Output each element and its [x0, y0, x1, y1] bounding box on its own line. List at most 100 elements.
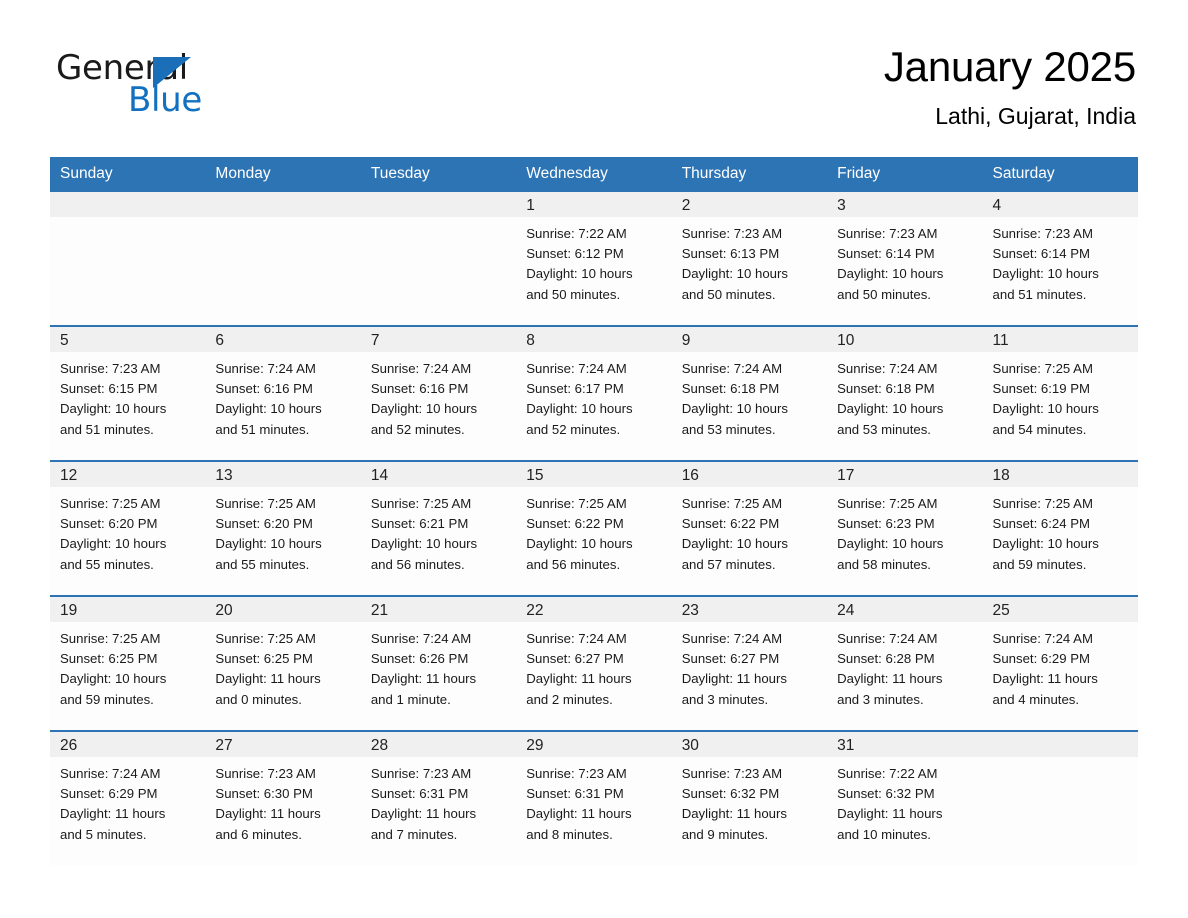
day-detail-sunrise: Sunrise: 7:25 AM	[992, 496, 1093, 511]
calendar-cell[interactable]: 23 Sunrise: 7:24 AM Sunset: 6:27 PM Dayligh…	[671, 595, 828, 731]
day-details: Sunrise: 7:24 AM Sunset: 6:16 PM Daylight:…	[205, 352, 360, 440]
day-detail-sunset: Sunset: 6:32 PM	[837, 786, 935, 802]
day-detail-daylight-line2: and 10 minutes.	[837, 826, 931, 842]
day-cell: 31 Sunrise: 7:22 AM Sunset: 6:32 PM Dayligh…	[827, 732, 983, 865]
day-details	[205, 217, 360, 224]
calendar-week-row: 12 Sunrise: 7:25 AM Sunset: 6:20 PM Dayligh…	[50, 460, 1138, 596]
calendar-cell[interactable]: 26 Sunrise: 7:24 AM Sunset: 6:29 PM Dayligh…	[50, 730, 206, 865]
calendar-cell[interactable]: 13 Sunrise: 7:25 AM Sunset: 6:20 PM Dayligh…	[205, 460, 361, 596]
day-details: Sunrise: 7:24 AM Sunset: 6:26 PM Daylight:…	[361, 622, 516, 710]
day-detail-daylight-line2: and 9 minutes.	[681, 826, 769, 842]
day-cell: 4 Sunrise: 7:23 AM Sunset: 6:14 PM Daylight…	[982, 192, 1138, 325]
calendar-cell[interactable]: 5 Sunrise: 7:23 AM Sunset: 6:15 PM Daylight…	[50, 325, 206, 461]
day-detail-sunset: Sunset: 6:14 PM	[837, 246, 935, 262]
day-number: 22	[516, 597, 672, 622]
day-detail-daylight-line2: and 51 minutes.	[215, 421, 310, 437]
calendar-cell[interactable]: 31 Sunrise: 7:22 AM Sunset: 6:32 PM Dayligh…	[827, 730, 983, 865]
day-detail-sunset: Sunset: 6:14 PM	[992, 246, 1091, 262]
day-detail-sunrise: Sunrise: 7:24 AM	[837, 361, 938, 376]
day-detail-sunset: Sunset: 6:27 PM	[681, 651, 780, 667]
day-cell: 24 Sunrise: 7:24 AM Sunset: 6:28 PM Dayligh…	[827, 597, 983, 730]
day-detail-daylight-line2: and 5 minutes.	[60, 826, 147, 842]
calendar-cell[interactable]: 16 Sunrise: 7:25 AM Sunset: 6:22 PM Dayligh…	[671, 460, 828, 596]
calendar-cell[interactable]: 15 Sunrise: 7:25 AM Sunset: 6:22 PM Dayligh…	[516, 460, 672, 596]
day-detail-daylight-line1: Daylight: 11 hours	[215, 806, 321, 822]
day-detail-daylight-line2: and 8 minutes.	[526, 826, 613, 842]
weekday-header-saturday: Saturday	[982, 157, 1138, 192]
day-detail-sunset: Sunset: 6:25 PM	[60, 651, 158, 667]
day-number: 10	[827, 327, 983, 352]
day-detail-daylight-line1: Daylight: 11 hours	[526, 806, 632, 822]
day-details: Sunrise: 7:24 AM Sunset: 6:18 PM Daylight:…	[827, 352, 982, 440]
calendar-cell[interactable]: 4 Sunrise: 7:23 AM Sunset: 6:14 PM Daylight…	[982, 192, 1138, 326]
day-number: 6	[205, 327, 361, 352]
day-details: Sunrise: 7:25 AM Sunset: 6:20 PM Daylight:…	[205, 487, 360, 575]
day-details: Sunrise: 7:24 AM Sunset: 6:18 PM Daylight:…	[672, 352, 827, 440]
day-cell: 19 Sunrise: 7:25 AM Sunset: 6:25 PM Dayligh…	[50, 597, 206, 730]
weekday-header-friday: Friday	[827, 157, 983, 192]
weekday-header-wednesday: Wednesday	[516, 157, 672, 192]
day-detail-sunrise: Sunrise: 7:23 AM	[60, 361, 161, 376]
day-detail-sunset: Sunset: 6:29 PM	[60, 786, 158, 802]
day-detail-sunrise: Sunrise: 7:25 AM	[526, 496, 627, 511]
day-number: 24	[827, 597, 983, 622]
calendar-cell[interactable]: 20 Sunrise: 7:25 AM Sunset: 6:25 PM Dayligh…	[205, 595, 361, 731]
calendar-cell[interactable]: 30 Sunrise: 7:23 AM Sunset: 6:32 PM Dayligh…	[671, 730, 828, 865]
day-detail-daylight-line1: Daylight: 10 hours	[60, 671, 167, 687]
day-cell: 11 Sunrise: 7:25 AM Sunset: 6:19 PM Dayligh…	[982, 327, 1138, 460]
day-detail-sunset: Sunset: 6:18 PM	[681, 381, 780, 397]
day-detail-daylight-line2: and 56 minutes.	[526, 556, 621, 572]
day-detail-sunset: Sunset: 6:22 PM	[526, 516, 624, 532]
day-detail-daylight-line1: Daylight: 10 hours	[60, 536, 167, 552]
day-detail-daylight-line1: Daylight: 11 hours	[370, 806, 477, 822]
day-number: 30	[671, 732, 828, 757]
calendar-cell[interactable]: 3 Sunrise: 7:23 AM Sunset: 6:14 PM Daylight…	[827, 192, 983, 326]
calendar-cell	[982, 730, 1138, 865]
calendar-cell[interactable]: 2 Sunrise: 7:23 AM Sunset: 6:13 PM Daylight…	[671, 192, 828, 326]
day-detail-daylight-line2: and 59 minutes.	[992, 556, 1087, 572]
calendar-cell[interactable]: 7 Sunrise: 7:24 AM Sunset: 6:16 PM Daylight…	[360, 325, 517, 461]
day-details: Sunrise: 7:23 AM Sunset: 6:14 PM Daylight:…	[827, 217, 982, 305]
calendar-cell[interactable]: 24 Sunrise: 7:24 AM Sunset: 6:28 PM Dayligh…	[827, 595, 983, 731]
calendar-cell[interactable]: 27 Sunrise: 7:23 AM Sunset: 6:30 PM Dayligh…	[205, 730, 361, 865]
calendar-cell[interactable]: 18 Sunrise: 7:25 AM Sunset: 6:24 PM Dayligh…	[982, 460, 1138, 596]
day-detail-sunrise: Sunrise: 7:22 AM	[837, 766, 938, 781]
calendar-cell[interactable]: 19 Sunrise: 7:25 AM Sunset: 6:25 PM Dayligh…	[50, 595, 206, 731]
day-detail-daylight-line2: and 51 minutes.	[992, 286, 1087, 302]
calendar-cell[interactable]: 6 Sunrise: 7:24 AM Sunset: 6:16 PM Daylight…	[205, 325, 361, 461]
calendar-cell[interactable]: 21 Sunrise: 7:24 AM Sunset: 6:26 PM Dayligh…	[360, 595, 517, 731]
calendar-cell[interactable]: 22 Sunrise: 7:24 AM Sunset: 6:27 PM Dayligh…	[516, 595, 672, 731]
day-detail-sunrise: Sunrise: 7:25 AM	[60, 496, 161, 511]
calendar-cell[interactable]: 14 Sunrise: 7:25 AM Sunset: 6:21 PM Dayligh…	[360, 460, 517, 596]
calendar-cell[interactable]: 9 Sunrise: 7:24 AM Sunset: 6:18 PM Daylight…	[671, 325, 828, 461]
day-detail-sunrise: Sunrise: 7:25 AM	[681, 496, 783, 511]
day-cell: 6 Sunrise: 7:24 AM Sunset: 6:16 PM Daylight…	[205, 327, 361, 460]
day-detail-sunrise: Sunrise: 7:25 AM	[60, 631, 161, 646]
calendar-cell[interactable]: 25 Sunrise: 7:24 AM Sunset: 6:29 PM Dayligh…	[982, 595, 1138, 731]
day-detail-daylight-line2: and 6 minutes.	[215, 826, 302, 842]
calendar-cell[interactable]: 8 Sunrise: 7:24 AM Sunset: 6:17 PM Daylight…	[516, 325, 672, 461]
day-cell: 7 Sunrise: 7:24 AM Sunset: 6:16 PM Daylight…	[360, 327, 517, 460]
day-detail-sunrise: Sunrise: 7:25 AM	[992, 361, 1093, 376]
calendar-body: 1 Sunrise: 7:22 AM Sunset: 6:12 PM Daylight…	[50, 192, 1138, 865]
calendar-cell[interactable]: 28 Sunrise: 7:23 AM Sunset: 6:31 PM Dayligh…	[360, 730, 517, 865]
day-detail-daylight-line2: and 56 minutes.	[370, 556, 465, 572]
day-detail-sunset: Sunset: 6:21 PM	[370, 516, 469, 532]
day-detail-sunrise: Sunrise: 7:24 AM	[60, 766, 161, 781]
day-cell: 25 Sunrise: 7:24 AM Sunset: 6:29 PM Dayligh…	[982, 597, 1138, 730]
calendar-cell[interactable]: 11 Sunrise: 7:25 AM Sunset: 6:19 PM Dayligh…	[982, 325, 1138, 461]
month-calendar: Sunday Monday Tuesday Wednesday Thursday…	[50, 157, 1138, 865]
calendar-cell[interactable]: 29 Sunrise: 7:23 AM Sunset: 6:31 PM Dayligh…	[516, 730, 672, 865]
day-details: Sunrise: 7:23 AM Sunset: 6:30 PM Daylight:…	[205, 757, 360, 845]
day-details: Sunrise: 7:25 AM Sunset: 6:23 PM Daylight:…	[827, 487, 982, 575]
calendar-cell[interactable]: 17 Sunrise: 7:25 AM Sunset: 6:23 PM Dayligh…	[827, 460, 983, 596]
calendar-header-row: Sunday Monday Tuesday Wednesday Thursday…	[50, 157, 1138, 192]
calendar-cell[interactable]: 10 Sunrise: 7:24 AM Sunset: 6:18 PM Dayligh…	[827, 325, 983, 461]
day-detail-daylight-line2: and 55 minutes.	[215, 556, 310, 572]
calendar-cell[interactable]: 12 Sunrise: 7:25 AM Sunset: 6:20 PM Dayligh…	[50, 460, 206, 596]
calendar-cell[interactable]: 1 Sunrise: 7:22 AM Sunset: 6:12 PM Daylight…	[516, 192, 672, 326]
calendar-week-row: 26 Sunrise: 7:24 AM Sunset: 6:29 PM Dayligh…	[50, 730, 1138, 865]
day-detail-daylight-line2: and 53 minutes.	[837, 421, 931, 437]
day-detail-sunset: Sunset: 6:20 PM	[60, 516, 158, 532]
day-detail-sunrise: Sunrise: 7:25 AM	[215, 631, 316, 646]
